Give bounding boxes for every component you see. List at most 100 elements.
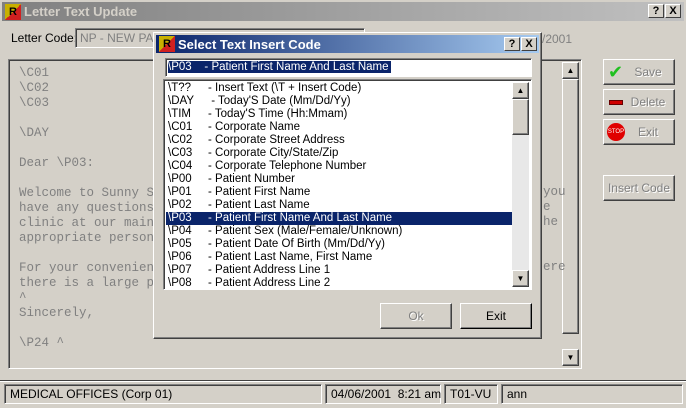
delete-button[interactable]: Delete — [603, 89, 675, 115]
item-description: - Corporate Name — [208, 121, 301, 133]
item-description: - Insert Text (\T + Insert Code) — [208, 82, 362, 94]
status-user: ann — [501, 384, 683, 404]
editor-line: Sincerely, — [19, 306, 95, 320]
item-code: \P07 — [168, 264, 192, 276]
date-fragment: /2001 — [542, 32, 573, 46]
item-description: - Patient Last Name, First Name — [208, 251, 373, 263]
item-description: - Patient Sex (Male/Female/Unknown) — [208, 225, 403, 237]
minus-icon — [609, 100, 623, 105]
item-description: - Patient Address Line 2 — [208, 277, 331, 289]
dialog-titlebar: R Select Text Insert Code ? X — [156, 35, 539, 53]
editor-line: \P24 ^ — [19, 336, 65, 350]
editor-line: For your convenienc — [19, 261, 162, 275]
scroll-thumb[interactable] — [562, 79, 579, 334]
ok-button[interactable]: Ok — [380, 303, 452, 329]
select-insert-code-dialog: R Select Text Insert Code ? X \P03 - Pat… — [153, 32, 542, 339]
editor-line: Welcome to Sunny St — [19, 186, 162, 200]
editor-line-fragment: e — [543, 200, 551, 214]
list-item[interactable]: \DAY - Today'S Date (Mm/Dd/Yy) — [166, 95, 512, 108]
checkmark-icon: ✔ — [608, 61, 624, 82]
close-button[interactable]: X — [665, 4, 681, 18]
scroll-up-button[interactable]: ▲ — [562, 62, 579, 79]
item-description: - Patient Number — [208, 173, 295, 185]
help-button[interactable]: ? — [648, 4, 664, 18]
item-code: \DAY — [168, 95, 194, 107]
stop-sign-icon: STOP — [607, 123, 625, 141]
code-input[interactable]: \P03 - Patient First Name And Last Name — [165, 58, 532, 77]
item-code: \P02 — [168, 199, 192, 211]
item-description: - Patient Date Of Birth (Mm/Dd/Yy) — [208, 238, 386, 250]
list-item[interactable]: \C04 - Corporate Telephone Number — [166, 160, 512, 173]
list-item[interactable]: \P03 - Patient First Name And Last Name — [166, 212, 512, 225]
dialog-logo-icon: R — [159, 36, 175, 52]
list-item[interactable]: \P07 - Patient Address Line 1 — [166, 264, 512, 277]
editor-line: \C03 — [19, 96, 50, 110]
item-description: - Patient First Name And Last Name — [208, 212, 393, 224]
editor-line-fragment: ere — [543, 260, 566, 274]
app-logo-icon: R — [5, 4, 21, 20]
list-item[interactable]: \P00 - Patient Number — [166, 173, 512, 186]
item-description: - Today'S Time (Hh:Mmam) — [208, 108, 348, 120]
exit-button[interactable]: STOP Exit — [603, 119, 675, 145]
list-item[interactable]: \P01 - Patient First Name — [166, 186, 512, 199]
item-code: \TIM — [168, 108, 191, 120]
list-item[interactable]: \T?? - Insert Text (\T + Insert Code) — [166, 82, 512, 95]
editor-line-fragment: he — [543, 215, 559, 229]
status-terminal: T01-VU — [444, 384, 498, 404]
dialog-close-button[interactable]: X — [521, 37, 537, 51]
item-code: \P00 — [168, 173, 192, 185]
list-item[interactable]: \P02 - Patient Last Name — [166, 199, 512, 212]
insert-code-button[interactable]: Insert Code — [603, 175, 675, 201]
item-code: \P01 — [168, 186, 192, 198]
item-code: \T?? — [168, 82, 192, 94]
list-item[interactable]: \P04 - Patient Sex (Male/Female/Unknown) — [166, 225, 512, 238]
list-item[interactable]: \C02 - Corporate Street Address — [166, 134, 512, 147]
item-code: \C02 — [168, 134, 193, 146]
editor-line: \DAY — [19, 126, 50, 140]
list-item[interactable]: \P05 - Patient Date Of Birth (Mm/Dd/Yy) — [166, 238, 512, 251]
list-item[interactable]: \P06 - Patient Last Name, First Name — [166, 251, 512, 264]
editor-line: clinic at our main — [19, 216, 155, 230]
item-code: \P06 — [168, 251, 192, 263]
status-bar-divider — [0, 380, 686, 382]
code-list[interactable]: \T?? - Insert Text (\T + Insert Code) \DAY… — [163, 79, 532, 290]
list-scroll-down-button[interactable]: ▼ — [512, 270, 529, 287]
item-code: \P05 — [168, 238, 192, 250]
item-description: - Corporate Street Address — [208, 134, 345, 146]
editor-line: Dear \P03: — [19, 156, 95, 170]
list-item[interactable]: \P08 - Patient Address Line 2 — [166, 277, 512, 290]
item-description: - Patient First Name — [208, 186, 311, 198]
list-scrollbar[interactable]: ▲ ▼ — [512, 82, 529, 287]
item-code: \P08 — [168, 277, 192, 289]
list-item[interactable]: \C03 - Corporate City/State/Zip — [166, 147, 512, 160]
editor-line: have any questions — [19, 201, 155, 215]
item-code: \C01 — [168, 121, 193, 133]
letter-code-label: Letter Code: — [11, 31, 78, 45]
status-corp: MEDICAL OFFICES (Corp 01) — [4, 384, 322, 404]
list-item[interactable]: \TIM - Today'S Time (Hh:Mmam) — [166, 108, 512, 121]
dialog-help-button[interactable]: ? — [504, 37, 520, 51]
item-description: - Patient Last Name — [208, 199, 310, 211]
list-scroll-thumb[interactable] — [512, 99, 529, 135]
dialog-title: Select Text Insert Code — [178, 36, 321, 52]
editor-line: \C01 — [19, 66, 50, 80]
scroll-down-button[interactable]: ▼ — [562, 349, 579, 366]
editor-scrollbar[interactable]: ▲ ▼ — [562, 62, 579, 366]
item-code: \C03 — [168, 147, 193, 159]
window-title: Letter Text Update — [24, 4, 138, 19]
dialog-exit-button[interactable]: Exit — [460, 303, 532, 329]
item-code: \C04 — [168, 160, 193, 172]
editor-line-fragment: you — [543, 185, 566, 199]
item-description: - Corporate City/State/Zip — [208, 147, 339, 159]
window-titlebar: R Letter Text Update ? X — [2, 2, 684, 21]
list-item[interactable]: \C01 - Corporate Name — [166, 121, 512, 134]
save-button[interactable]: ✔ Save — [603, 59, 675, 85]
editor-line: \C02 — [19, 81, 50, 95]
list-scroll-up-button[interactable]: ▲ — [512, 82, 529, 99]
status-datetime: 04/06/2001 8:21 am — [325, 384, 441, 404]
